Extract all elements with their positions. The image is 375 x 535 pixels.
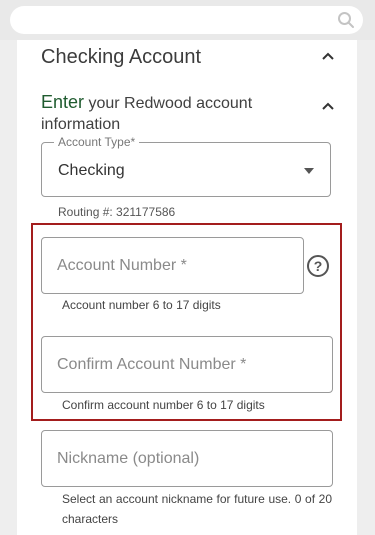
search-input[interactable]: [10, 6, 363, 34]
account-number-input[interactable]: [41, 237, 304, 294]
routing-number: Routing #: 321177586: [58, 205, 176, 219]
confirm-account-number-input[interactable]: [41, 336, 333, 393]
account-type-select[interactable]: Account Type* Checking: [41, 134, 331, 197]
account-type-label: Account Type*: [54, 134, 140, 150]
search-icon[interactable]: [337, 11, 355, 29]
account-number-hint: Account number 6 to 17 digits: [62, 298, 221, 312]
help-icon[interactable]: ?: [307, 255, 329, 277]
collapse-subsection-chevron-up-icon[interactable]: [322, 102, 338, 112]
confirm-account-number-hint: Confirm account number 6 to 17 digits: [62, 398, 265, 412]
dropdown-caret-icon[interactable]: [304, 168, 314, 174]
top-bar: [0, 0, 375, 40]
section-title: Checking Account: [41, 46, 202, 68]
subsection-heading: Enter your Redwood account information: [41, 92, 301, 135]
account-type-value: Checking: [58, 162, 125, 179]
nickname-input[interactable]: [41, 430, 333, 487]
subsection-heading-accent: Enter: [41, 92, 85, 112]
nickname-hint: Select an account nickname for future us…: [62, 492, 332, 526]
account-form-card: Checking Account Enter your Redwood acco…: [17, 40, 357, 535]
collapse-section-chevron-up-icon[interactable]: [322, 52, 338, 62]
